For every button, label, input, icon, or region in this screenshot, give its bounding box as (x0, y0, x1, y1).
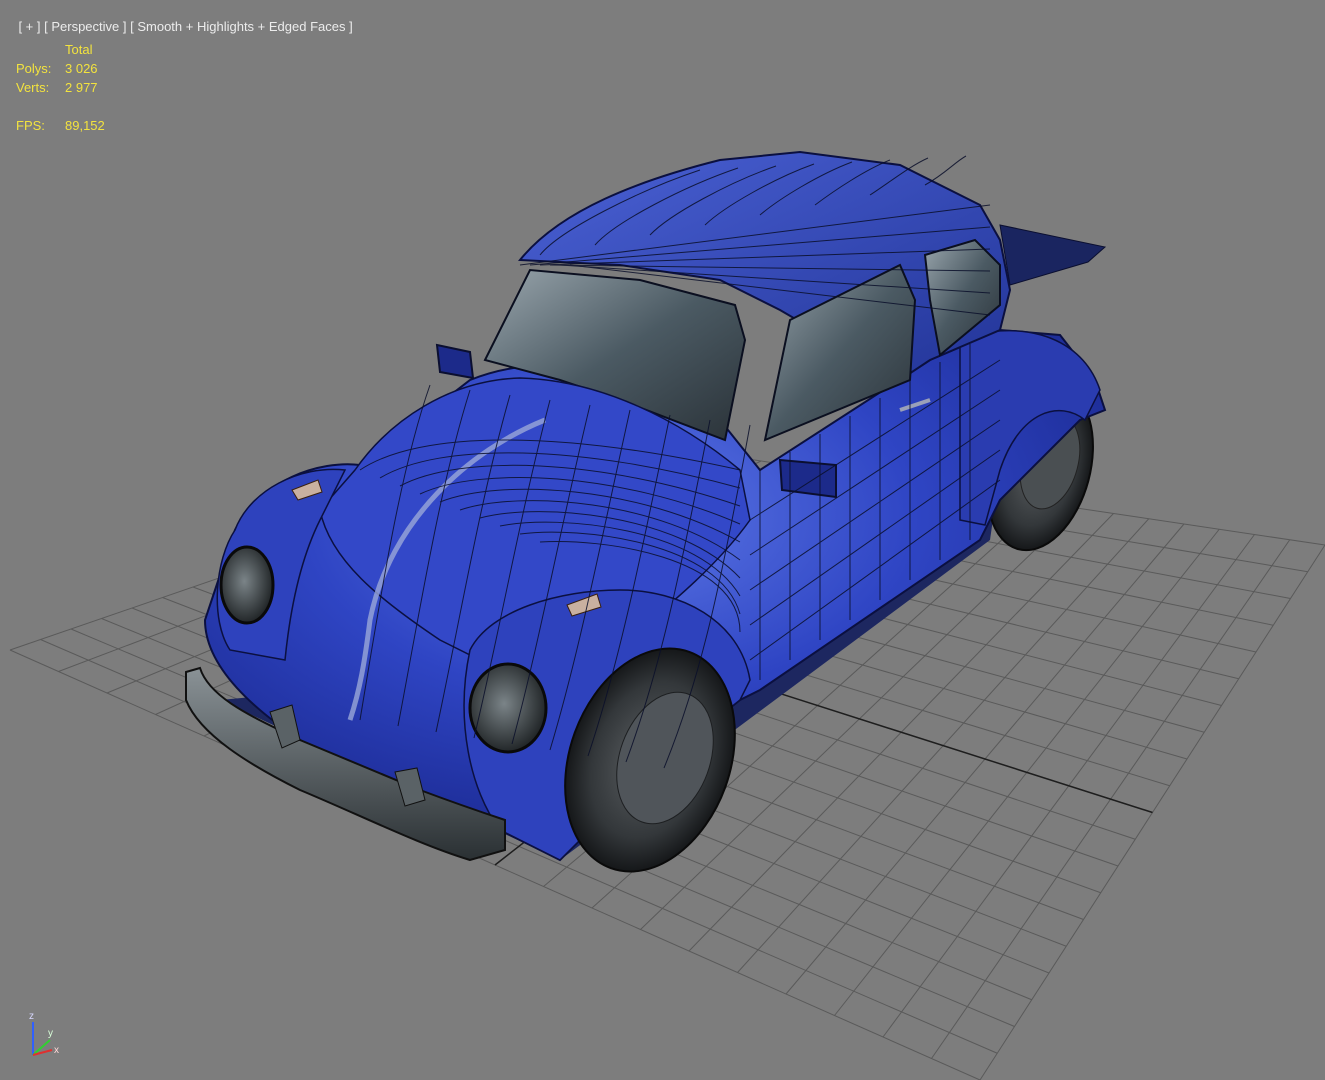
verts-value: 2 977 (65, 80, 98, 95)
mirror-right (778, 458, 837, 499)
verts-label: Verts: (16, 80, 50, 95)
statistics-overlay: Total Polys: 3 026 Verts: 2 977 FPS: 89,… (16, 40, 105, 135)
polys-value: 3 026 (65, 61, 98, 76)
viewport-view-type[interactable]: [ Perspective ] (44, 19, 126, 34)
viewport-shading-mode[interactable]: [ Smooth + Highlights + Edged Faces ] (130, 19, 353, 34)
perspective-viewport[interactable]: z y x [ + ] [ Perspective ] [ Smooth + H… (0, 0, 1325, 1080)
stats-header: Total (65, 42, 93, 57)
viewport-scene[interactable]: z y x (0, 0, 1325, 1080)
fps-label: FPS: (16, 118, 45, 133)
axis-y-label: y (48, 1028, 53, 1039)
axis-z-label: z (29, 1011, 34, 1022)
axis-gizmo[interactable]: z y x (29, 1011, 59, 1056)
mirror-left (435, 343, 475, 380)
axis-x-label: x (54, 1045, 59, 1056)
rear-spoiler (999, 224, 1107, 286)
viewport-menu-plus[interactable]: [ + ] (18, 19, 40, 34)
beetle-car-model[interactable] (185, 150, 1110, 895)
fps-value: 89,152 (65, 118, 105, 133)
headlight-left (219, 545, 275, 625)
polys-label: Polys: (16, 61, 52, 76)
